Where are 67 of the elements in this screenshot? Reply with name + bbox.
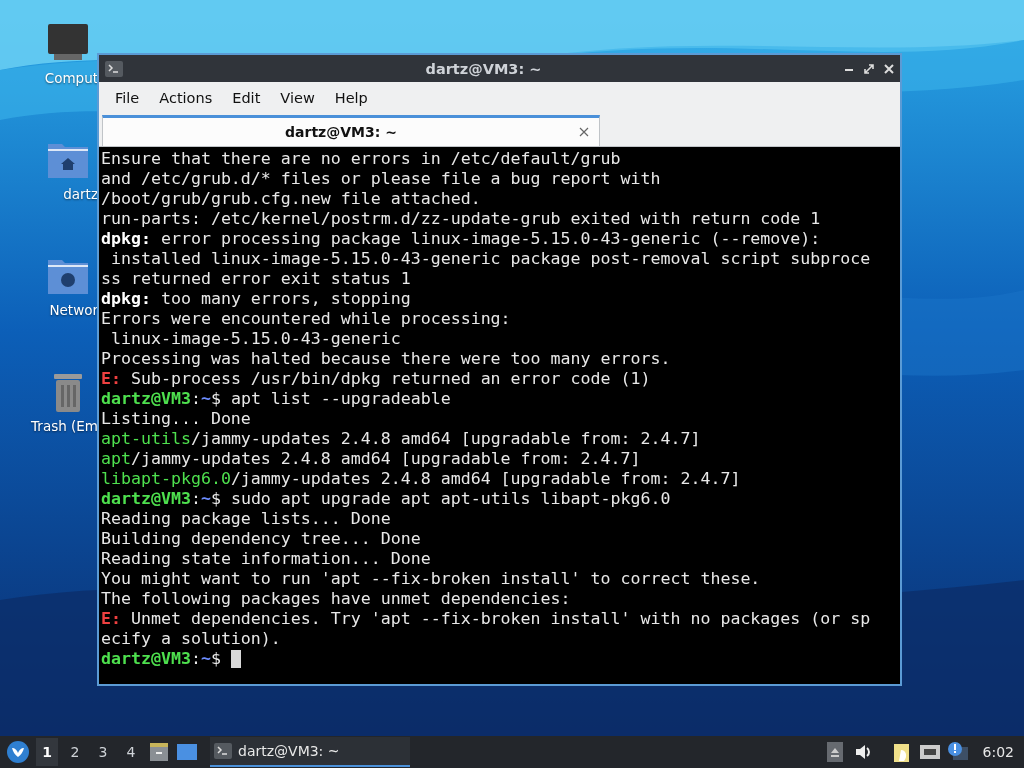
- terminal-text: linux-image-5.15.0-43-generic: [110, 329, 401, 349]
- terminal-text: E:: [101, 369, 121, 389]
- terminal-text: Processing was halted because there were too many errors.: [101, 349, 671, 369]
- terminal-text: E:: [101, 609, 121, 629]
- terminal-text: Building dependency tree... Done: [101, 529, 421, 549]
- terminal-text: Errors were encountered while processing:: [101, 309, 511, 329]
- terminal-text: Unmet dependencies. Try 'apt --fix-broken install' with no packages (or sp: [129, 609, 871, 629]
- maximize-icon[interactable]: [864, 63, 874, 74]
- terminal-text: :: [190, 489, 201, 509]
- notification-icon[interactable]: [946, 741, 969, 763]
- terminal-text: run-parts: /etc/kernel/postrm.d/zz-update-grub exited with return code 1: [101, 209, 821, 229]
- workspace-button[interactable]: 1: [36, 738, 58, 766]
- terminal-text: /boot/grub/grub.cfg.new file attached.: [101, 189, 481, 209]
- terminal-text: Reading package lists... Done: [101, 509, 391, 529]
- terminal-text: dartz@VM3: [101, 389, 191, 409]
- close-icon[interactable]: [579, 127, 589, 137]
- desktop-icon-label[interactable]: Trash (Em: [31, 418, 98, 434]
- terminal-text: Sub-process /usr/bin/dpkg returned an error code (1): [129, 369, 651, 389]
- terminal-text: Reading state information... Done: [101, 549, 431, 569]
- menu-item[interactable]: Edit: [222, 90, 271, 106]
- terminal-text: ~: [200, 389, 211, 409]
- terminal-text: Listing... Done: [101, 409, 251, 429]
- terminal-text: Ensure that there are no errors in /etc/default/grub: [101, 149, 621, 169]
- terminal-text: ecify a solution).: [101, 629, 281, 649]
- file-manager-icon[interactable]: [148, 741, 170, 763]
- clock[interactable]: 6:02: [982, 744, 1014, 760]
- terminal-text: apt: [101, 449, 131, 469]
- terminal-text: dpkg:: [101, 289, 151, 309]
- menu-item[interactable]: Help: [324, 90, 378, 106]
- tab[interactable]: dartz@VM3: ~: [102, 115, 600, 146]
- terminal-icon: [214, 743, 232, 759]
- terminal-text: /jammy-updates 2.4.8 amd64 [upgradable from: 2.4.7]: [230, 469, 741, 489]
- workspace-button[interactable]: 2: [64, 738, 86, 766]
- terminal-text: The following packages have unmet dependencies:: [101, 589, 571, 609]
- terminal-text: apt-utils: [101, 429, 191, 449]
- text-cursor: [230, 650, 241, 668]
- terminal-text: $ apt list --upgradeable: [210, 389, 451, 409]
- terminal-text: ~: [200, 649, 211, 669]
- terminal-text: $: [210, 649, 222, 669]
- terminal-text: dartz@VM3: [101, 489, 191, 509]
- terminal-icon: [105, 60, 123, 77]
- window-title: dartz@VM3: ~: [424, 60, 543, 77]
- terminal-text: $ sudo apt upgrade apt apt-utils libapt-pkg6.0: [210, 489, 671, 509]
- terminal-text: /jammy-updates 2.4.8 amd64 [upgradable from: 2.4.7]: [131, 449, 641, 469]
- terminal-text: You might want to run 'apt --fix-broken install' to correct these.: [101, 569, 761, 589]
- app-menu-icon[interactable]: [6, 740, 30, 764]
- terminal-text: ss returned error exit status 1: [101, 269, 411, 289]
- show-desktop-icon[interactable]: [176, 741, 198, 763]
- terminal-text: too many errors, stopping: [159, 289, 411, 309]
- terminal-text: dpkg:: [101, 229, 151, 249]
- workspace-button[interactable]: 3: [92, 738, 114, 766]
- menu-item[interactable]: File: [105, 90, 150, 106]
- menu-item[interactable]: View: [270, 90, 325, 106]
- desktop-icon-label[interactable]: dartz: [63, 186, 98, 202]
- terminal-text: :: [190, 649, 201, 669]
- desktop-icon-label[interactable]: Networ: [49, 302, 98, 318]
- terminal-text: :: [190, 389, 201, 409]
- terminal-text: ~: [200, 489, 211, 509]
- terminal-text: installed linux-image-5.15.0-43-generic package post-removal script subproce: [110, 249, 871, 269]
- workspace-button[interactable]: 4: [120, 738, 142, 766]
- menu-item[interactable]: Actions: [149, 90, 223, 106]
- terminal-text: dartz@VM3: [101, 649, 191, 669]
- terminal-text: /jammy-updates 2.4.8 amd64 [upgradable from: 2.4.7]: [190, 429, 701, 449]
- terminal-text: and /etc/grub.d/* files or please file a bug report with: [101, 169, 661, 189]
- terminal-text: error processing package linux-image-5.15.0-43-generic (--remove):: [159, 229, 821, 249]
- taskbar-task[interactable]: dartz@VM3: ~: [210, 737, 410, 767]
- terminal-text: libapt-pkg6.0: [101, 469, 231, 489]
